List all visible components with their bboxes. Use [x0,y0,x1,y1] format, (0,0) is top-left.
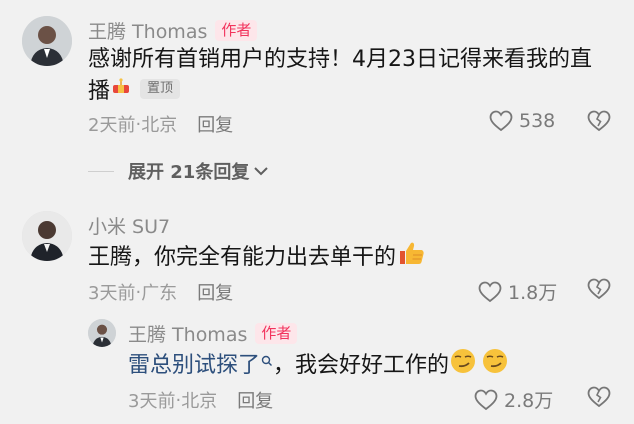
avatar-image [22,16,72,66]
avatar[interactable] [22,16,72,66]
comment-text-part: 王腾，你完全有能力出去单干的 [88,245,397,270]
smirk-emoji [449,347,477,385]
heart-icon[interactable] [474,389,498,411]
like-group: 2.8万 [474,386,553,413]
author-name[interactable]: 王腾 Thomas [88,17,207,44]
pinned-tag: 置顶 [140,79,181,99]
author-row: 王腾 Thomas 作者 [88,17,258,44]
meta-row: 2天前 · 北京 回复 [88,111,233,137]
reply-text-part: ，我会好好工作的 [273,353,450,378]
broken-heart-icon[interactable] [587,386,611,412]
broken-heart-icon[interactable] [587,110,611,136]
reply-thomas: 王腾 Thomas 作者 雷总别试探了 ，我会好好工作的 3天前 · 北京 回复 … [0,310,634,424]
author-name[interactable]: 王腾 Thomas [128,320,247,347]
location: 北京 [181,391,218,412]
expand-replies-label: 展开 21条回复 [128,162,250,183]
chevron-down-icon [253,165,269,177]
heart-icon[interactable] [489,110,513,132]
like-count: 1.8万 [508,282,558,304]
reply-button[interactable]: 回复 [197,111,233,137]
reply-text-line: 雷总别试探了 ，我会好好工作的 [128,347,509,385]
reply-button[interactable]: 回复 [237,387,273,413]
author-name[interactable]: 小米 SU7 [88,212,170,239]
comment-text-line-2: 播 置顶 [88,76,592,108]
timestamp: 3天前 [128,391,176,412]
comment-text-line: 感谢所有首销用户的支持！4月23日记得来看我的直 [88,47,592,72]
timestamp: 3天前 [88,283,136,304]
avatar[interactable] [88,319,116,347]
like-group: 1.8万 [478,278,557,305]
meta-row: 3天前 · 广东 回复 [88,279,233,305]
meta-row: 3天前 · 北京 回复 [128,387,273,413]
divider [88,170,114,172]
comment-text: 感谢所有首销用户的支持！4月23日记得来看我的直 播 置顶 [88,44,592,108]
author-badge: 作者 [255,323,298,344]
author-row: 王腾 Thomas 作者 [128,320,298,347]
heart-icon[interactable] [478,281,502,303]
comment-text-line: 王腾，你完全有能力出去单干的 [88,240,426,276]
search-link[interactable]: 雷总别试探了 [128,353,260,378]
like-count: 538 [519,110,556,132]
comment-text-part: 播 [88,79,111,104]
search-icon[interactable] [261,347,273,379]
like-group: 538 [489,110,555,132]
reply-text: 雷总别试探了 ，我会好好工作的 [128,347,509,385]
comment-thomas-top: 王腾 Thomas 作者 感谢所有首销用户的支持！4月23日记得来看我的直 播 置… [0,0,634,150]
avatar-image [88,319,116,347]
smirk-emoji [481,347,509,385]
author-badge: 作者 [215,20,258,41]
firecracker-emoji [110,76,132,108]
comment-su7: 小米 SU7 王腾，你完全有能力出去单干的 3天前 · 广东 回复 1.8万 [0,196,634,316]
reply-button[interactable]: 回复 [197,279,233,305]
expand-replies-button[interactable]: 展开 21条回复 [88,158,269,184]
author-row: 小米 SU7 [88,212,170,239]
avatar[interactable] [22,211,72,261]
location: 北京 [141,115,178,136]
location: 广东 [141,283,178,304]
like-count: 2.8万 [504,390,554,412]
broken-heart-icon[interactable] [587,278,611,304]
comment-text: 王腾，你完全有能力出去单干的 [88,240,426,276]
timestamp: 2天前 [88,115,136,136]
thumbs-up-emoji [396,240,426,276]
avatar-image [22,211,72,261]
